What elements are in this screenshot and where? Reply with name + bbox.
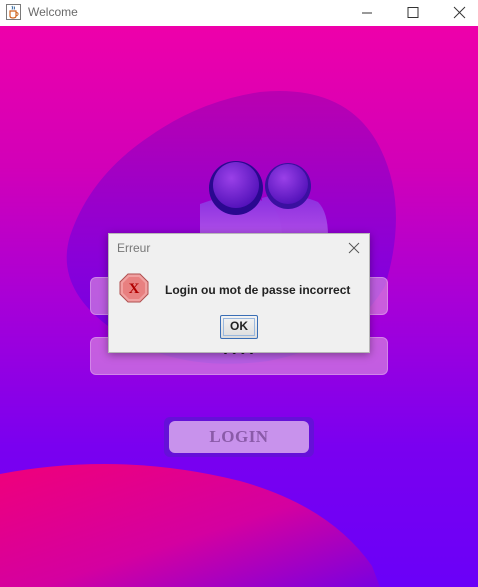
ok-button[interactable]: OK [220,315,258,339]
title-bar: Welcome [0,0,478,26]
minimize-button[interactable] [344,0,390,26]
minimize-icon [362,12,372,14]
maximize-icon [407,7,419,18]
login-button-frame: LOGIN [164,417,314,457]
close-icon [453,6,466,19]
svg-text:X: X [129,281,140,297]
close-button[interactable] [436,0,478,26]
dialog-title: Erreur [117,241,151,255]
error-message: Login ou mot de passe incorrect [165,283,351,297]
error-icon: X [119,273,149,303]
maximize-button[interactable] [390,0,436,26]
java-coffee-icon [6,4,21,20]
login-button[interactable]: LOGIN [169,421,309,453]
error-dialog: Erreur X Login ou mot de passe incorrect… [108,233,370,353]
dialog-close-icon[interactable] [348,242,360,254]
window-title: Welcome [28,5,78,19]
